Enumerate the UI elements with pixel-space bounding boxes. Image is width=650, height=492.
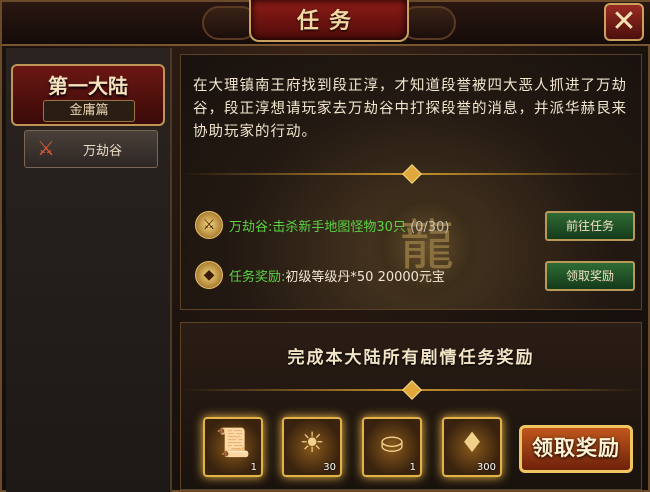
chapter-sidebar: 第一大陆 金庸篇 ⚔ 万劫谷 (6, 48, 172, 492)
chapter-reward-panel: 完成本大陆所有剧情任务奖励 📜 1 ☀ 30 ⛀ 1 ♦ 300 领取奖励 (180, 322, 642, 490)
title-plate: 任务 (249, 0, 409, 42)
sidebar-item-wanjiegu[interactable]: ⚔ 万劫谷 (24, 130, 158, 168)
quest-window: 任务 ✕ 第一大陆 金庸篇 ⚔ 万劫谷 在大理镇南王府找到段正淳，才知道段誉被四… (0, 0, 650, 492)
reward-count: 300 (476, 462, 496, 473)
title-bar: 任务 ✕ (2, 0, 650, 46)
go-to-quest-button[interactable]: 前往任务 (545, 211, 635, 241)
scroll-icon: 📜 (215, 426, 251, 459)
chapter-header[interactable]: 第一大陆 金庸篇 (11, 64, 165, 126)
reward-slot[interactable]: ☀ 30 (282, 417, 342, 477)
quest-info-panel: 在大理镇南王府找到段正淳，才知道段誉被四大恶人抓进了万劫谷，段正淳想请玩家去万劫… (180, 54, 642, 310)
reward-slot[interactable]: ⛀ 1 (362, 417, 422, 477)
reward-row: ◆ 任务奖励:初级等级丹*50 20000元宝 领取奖励 (195, 261, 635, 291)
claim-reward-button[interactable]: 领取奖励 (545, 261, 635, 291)
reward-count: 1 (409, 462, 416, 473)
reward-items: 初级等级丹*50 20000元宝 (285, 270, 445, 285)
chapter-reward-title: 完成本大陆所有剧情任务奖励 (287, 348, 535, 368)
gold-ingot-icon: ◆ (195, 261, 223, 289)
close-icon: ✕ (611, 4, 637, 39)
objective-row: ⚔ 万劫谷:击杀新手地图怪物30只 (0/30) 前往任务 (195, 211, 635, 241)
reward-label: 任务奖励: (229, 270, 286, 285)
objective-task: 击杀新手地图怪物30只 (272, 220, 406, 235)
objective-progress: (0/30) (410, 220, 450, 235)
reward-text: 任务奖励:初级等级丹*50 20000元宝 (229, 266, 445, 285)
quest-description: 在大理镇南王府找到段正淳，才知道段誉被四大恶人抓进了万劫谷，段正淳想请玩家去万劫… (193, 78, 627, 140)
window-title: 任务 (296, 9, 361, 34)
divider-diamond-icon (402, 380, 422, 400)
close-button[interactable]: ✕ (604, 3, 644, 41)
reward-slot[interactable]: 📜 1 (203, 417, 263, 477)
gold-ingot-icon: ⛀ (380, 426, 404, 459)
chapter-title: 第一大陆 (48, 74, 128, 98)
reward-count: 30 (323, 462, 336, 473)
claim-chapter-reward-button[interactable]: 领取奖励 (519, 425, 633, 473)
red-gem-icon: ♦ (459, 426, 485, 459)
divider-diamond-icon (402, 164, 422, 184)
weapon-icon: ⚔ (195, 211, 223, 239)
sidebar-item-label: 万劫谷 (83, 144, 123, 159)
reward-count: 1 (250, 462, 257, 473)
reward-slot[interactable]: ♦ 300 (442, 417, 502, 477)
objective-location: 万劫谷: (229, 220, 273, 235)
fire-orb-icon: ☀ (299, 426, 325, 459)
objective-text: 万劫谷:击杀新手地图怪物30只 (0/30) (229, 216, 449, 235)
quest-detail: 在大理镇南王府找到段正淳，才知道段誉被四大恶人抓进了万劫谷，段正淳想请玩家去万劫… (174, 48, 648, 492)
crossed-swords-icon: ⚔ (37, 136, 55, 160)
chapter-subtitle: 金庸篇 (43, 100, 135, 122)
